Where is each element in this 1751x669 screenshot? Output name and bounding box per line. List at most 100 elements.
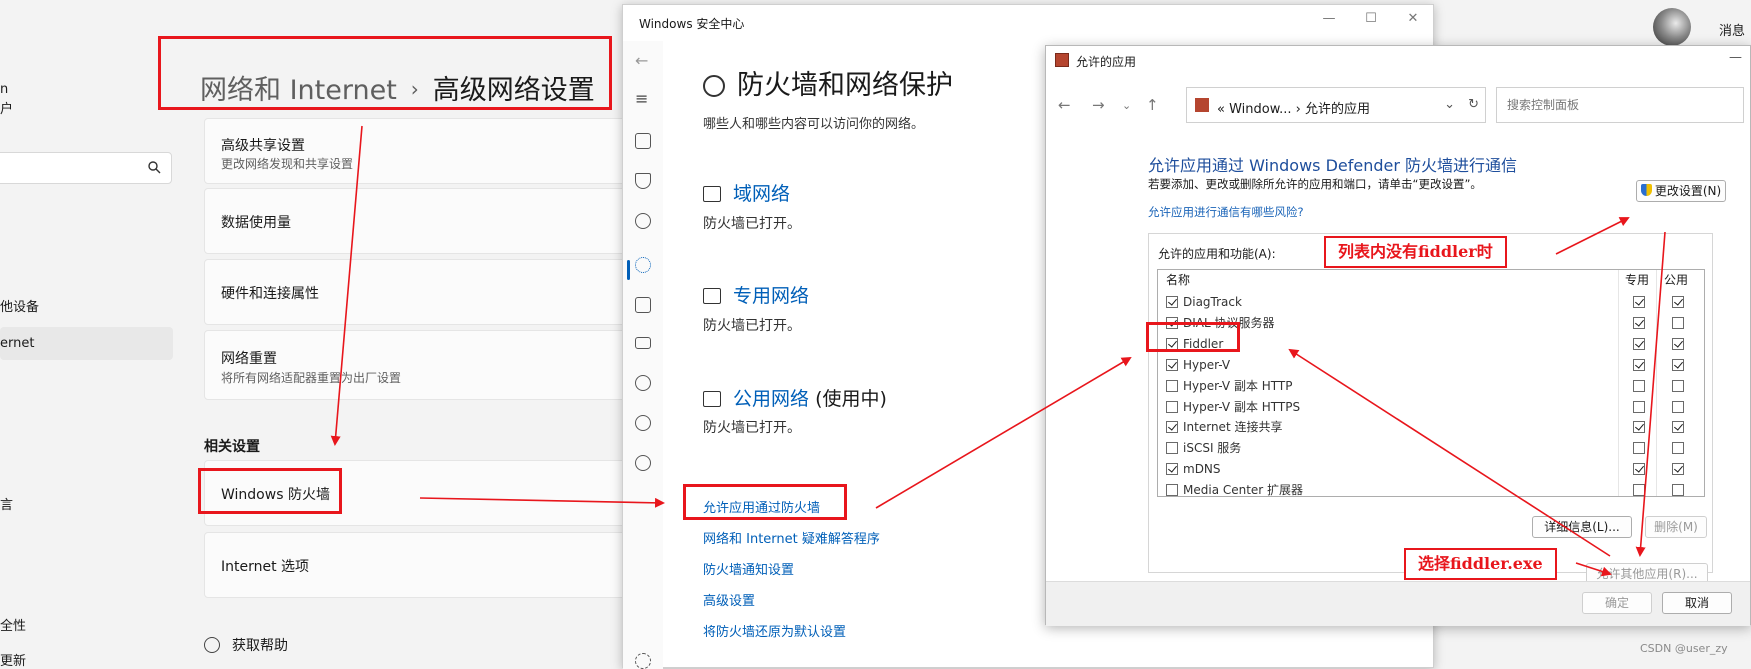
app-browser-icon[interactable] [635, 297, 651, 313]
health-heart-icon[interactable] [635, 375, 651, 391]
private-checkbox[interactable] [1633, 400, 1645, 413]
enabled-checkbox[interactable] [1166, 421, 1178, 434]
enabled-checkbox[interactable] [1166, 379, 1178, 392]
family-icon[interactable] [635, 415, 651, 431]
home-icon[interactable] [635, 133, 651, 149]
troubleshooter-link[interactable]: 网络和 Internet 疑难解答程序 [703, 528, 880, 547]
address-bar[interactable]: « Window... › 允许的应用 ⌄ ↻ [1186, 87, 1486, 123]
nav-item-security[interactable]: 全性 [0, 615, 26, 634]
app-name-cell[interactable]: mDNS [1166, 459, 1221, 480]
get-help-link[interactable]: 获取帮助 [204, 635, 288, 655]
minimize-icon[interactable]: — [1729, 50, 1742, 65]
column-header-public[interactable]: 公用 [1664, 270, 1688, 290]
allowed-apps-list[interactable]: 名称 专用 公用 DiagTrack DIAL 协议服务器 Fiddler Hyper… [1157, 269, 1705, 497]
card-network-reset[interactable]: 网络重置 将所有网络适配器重置为出厂设置 [204, 330, 644, 400]
column-header-private[interactable]: 专用 [1625, 270, 1649, 290]
nav-item-network-internet[interactable]: ernet [0, 336, 34, 351]
table-row[interactable]: DiagTrack [1158, 292, 1704, 313]
public-checkbox[interactable] [1672, 400, 1684, 413]
advanced-settings-link[interactable]: 高级设置 [703, 590, 755, 609]
public-checkbox[interactable] [1672, 442, 1684, 455]
private-checkbox[interactable] [1633, 379, 1645, 392]
history-icon[interactable] [635, 455, 651, 471]
menu-icon[interactable]: ≡ [635, 89, 648, 108]
card-data-usage[interactable]: 数据使用量 [204, 188, 644, 254]
private-checkbox[interactable] [1633, 316, 1645, 329]
public-network-link[interactable]: 公用网络 (使用中) [703, 384, 887, 411]
private-checkbox[interactable] [1633, 442, 1645, 455]
remove-button[interactable]: 删除(M) [1645, 516, 1707, 538]
enabled-checkbox[interactable] [1166, 442, 1178, 455]
change-settings-button[interactable]: 更改设置(N) [1636, 180, 1726, 202]
back-arrow-icon[interactable]: ← [1058, 96, 1071, 114]
private-network-link[interactable]: 专用网络 [703, 281, 809, 308]
details-button[interactable]: 详细信息(L)... [1532, 516, 1632, 538]
card-hardware-properties[interactable]: 硬件和连接属性 [204, 259, 644, 325]
enabled-checkbox[interactable] [1166, 463, 1178, 476]
app-name-cell[interactable]: Hyper-V [1166, 355, 1230, 376]
table-row[interactable]: Hyper-V 副本 HTTP [1158, 376, 1704, 397]
settings-search-input[interactable] [0, 152, 172, 184]
search-input[interactable] [1497, 88, 1743, 122]
enabled-checkbox[interactable] [1166, 484, 1178, 496]
public-checkbox[interactable] [1672, 316, 1684, 329]
close-icon[interactable]: ✕ [1398, 11, 1428, 33]
private-checkbox[interactable] [1633, 484, 1645, 496]
enabled-checkbox[interactable] [1166, 358, 1178, 371]
minimize-icon[interactable]: — [1314, 11, 1344, 33]
maximize-icon[interactable]: ☐ [1356, 11, 1386, 33]
public-checkbox[interactable] [1672, 421, 1684, 434]
security-nav-rail: ← ≡ [623, 41, 663, 669]
card-advanced-sharing[interactable]: 高级共享设置 更改网络发现和共享设置 [204, 118, 644, 184]
chevron-down-icon[interactable]: ⌄ [1122, 99, 1131, 112]
column-header-name[interactable]: 名称 [1166, 270, 1190, 290]
risk-info-link[interactable]: 允许应用进行通信有哪些风险? [1148, 204, 1304, 220]
table-row[interactable]: iSCSI 服务 [1158, 438, 1704, 459]
table-row[interactable]: Hyper-V 副本 HTTPS [1158, 397, 1704, 418]
app-name-cell[interactable]: Hyper-V 副本 HTTPS [1166, 397, 1300, 418]
table-row[interactable]: Hyper-V [1158, 355, 1704, 376]
app-name-cell[interactable]: Media Center 扩展器 [1166, 480, 1303, 496]
nav-item-other-devices[interactable]: 他设备 [0, 296, 39, 315]
public-checkbox[interactable] [1672, 337, 1684, 350]
domain-network-link[interactable]: 域网络 [703, 179, 790, 206]
private-checkbox[interactable] [1633, 463, 1645, 476]
app-name-cell[interactable]: DiagTrack [1166, 292, 1242, 313]
public-checkbox[interactable] [1672, 463, 1684, 476]
nav-item-update[interactable]: 更新 [0, 650, 26, 669]
up-arrow-icon[interactable]: ↑ [1146, 96, 1159, 114]
table-row[interactable]: Media Center 扩展器 [1158, 480, 1704, 496]
notification-settings-link[interactable]: 防火墙通知设置 [703, 559, 794, 578]
cancel-button[interactable]: 取消 [1662, 592, 1732, 614]
user-chip[interactable]: 消息 [1645, 6, 1751, 50]
refresh-icon[interactable]: ↻ [1468, 97, 1479, 112]
private-checkbox[interactable] [1633, 296, 1645, 308]
back-arrow-icon[interactable]: ← [635, 51, 648, 70]
private-checkbox[interactable] [1633, 337, 1645, 350]
gear-icon[interactable] [635, 653, 651, 669]
app-name-cell[interactable]: Hyper-V 副本 HTTP [1166, 376, 1292, 397]
enabled-checkbox[interactable] [1166, 400, 1178, 413]
app-name-cell[interactable]: iSCSI 服务 [1166, 438, 1241, 459]
public-checkbox[interactable] [1672, 358, 1684, 371]
private-checkbox[interactable] [1633, 358, 1645, 371]
shield-icon[interactable] [635, 173, 651, 189]
account-icon[interactable] [635, 213, 651, 229]
chevron-down-icon[interactable]: ⌄ [1444, 97, 1455, 112]
table-row[interactable]: mDNS [1158, 459, 1704, 480]
forward-arrow-icon[interactable]: → [1092, 96, 1105, 114]
wifi-signal-icon[interactable] [635, 257, 651, 273]
device-icon[interactable] [635, 337, 651, 349]
app-name-cell[interactable]: Internet 连接共享 [1166, 417, 1282, 438]
network-name: 专用网络 [733, 285, 810, 307]
ok-button[interactable]: 确定 [1582, 592, 1652, 614]
enabled-checkbox[interactable] [1166, 296, 1178, 308]
public-checkbox[interactable] [1672, 296, 1684, 308]
table-row[interactable]: Internet 连接共享 [1158, 417, 1704, 438]
card-internet-options[interactable]: Internet 选项 [204, 532, 644, 598]
public-checkbox[interactable] [1672, 379, 1684, 392]
public-checkbox[interactable] [1672, 484, 1684, 496]
private-checkbox[interactable] [1633, 421, 1645, 434]
nav-item-language[interactable]: 言 [0, 494, 13, 513]
restore-defaults-link[interactable]: 将防火墙还原为默认设置 [703, 621, 846, 640]
